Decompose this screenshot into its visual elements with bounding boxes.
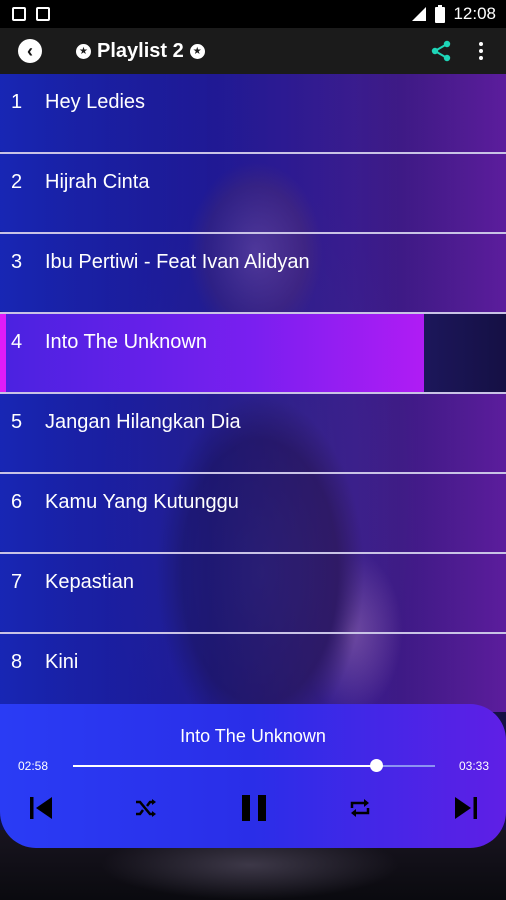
- track-number: 8: [11, 651, 23, 673]
- battery-icon: [435, 5, 446, 23]
- track-title: Jangan Hilangkan Dia: [45, 411, 241, 433]
- playlist-item-active[interactable]: 4 Into The Unknown: [0, 314, 506, 394]
- signal-icon: [412, 7, 427, 21]
- playlist-item[interactable]: 5 Jangan Hilangkan Dia: [0, 394, 506, 474]
- elapsed-time: 02:58: [18, 759, 49, 773]
- star-icon: ★: [76, 44, 91, 59]
- now-playing-title: Into The Unknown: [180, 726, 326, 746]
- share-icon[interactable]: [430, 40, 452, 62]
- shuffle-icon[interactable]: [135, 798, 157, 818]
- system-icons: 12:08: [411, 4, 506, 24]
- back-button[interactable]: ‹: [18, 39, 42, 63]
- track-number: 1: [11, 91, 23, 113]
- playlist-item[interactable]: 3 Ibu Pertiwi - Feat Ivan Alidyan: [0, 234, 506, 314]
- previous-icon[interactable]: [28, 795, 54, 821]
- next-icon[interactable]: [453, 795, 479, 821]
- track-number: 5: [11, 411, 23, 433]
- track-title: Hey Ledies: [45, 91, 146, 113]
- playlist-item[interactable]: 8 Kini: [0, 634, 506, 712]
- more-options-icon[interactable]: [478, 42, 484, 60]
- image-notification-icon: [36, 7, 50, 21]
- track-number: 7: [11, 571, 23, 593]
- track-number: 6: [11, 491, 23, 513]
- seek-progress: [73, 765, 376, 767]
- star-icon: ★: [189, 44, 205, 59]
- page-title: Playlist 2: [97, 40, 184, 62]
- track-number: 3: [11, 251, 23, 273]
- pause-icon[interactable]: [240, 793, 268, 823]
- track-title: Ibu Pertiwi - Feat Ivan Alidyan: [45, 251, 310, 273]
- repeat-icon[interactable]: [349, 797, 371, 819]
- track-title: Kamu Yang Kutunggu: [45, 491, 239, 513]
- notification-icons: [0, 7, 50, 21]
- player-panel: Into The Unknown 02:58 03:33: [0, 704, 506, 848]
- active-indicator: [0, 314, 6, 392]
- track-title: Into The Unknown: [45, 331, 207, 353]
- track-title: Hijrah Cinta: [45, 171, 150, 193]
- playlist-item[interactable]: 1 Hey Ledies: [0, 74, 506, 154]
- track-number: 2: [11, 171, 23, 193]
- playlist-item[interactable]: 6 Kamu Yang Kutunggu: [0, 474, 506, 554]
- playlist-item[interactable]: 7 Kepastian: [0, 554, 506, 634]
- playlist-item[interactable]: 2 Hijrah Cinta: [0, 154, 506, 234]
- gallery-notification-icon: [12, 7, 26, 21]
- seek-bar[interactable]: [73, 759, 435, 772]
- track-number: 4: [11, 331, 23, 353]
- seek-thumb[interactable]: [369, 759, 383, 772]
- total-duration: 03:33: [459, 759, 490, 773]
- track-title: Kini: [45, 651, 79, 673]
- status-bar: 12:08: [0, 0, 506, 28]
- title-group: ★ Playlist 2 ★: [76, 40, 205, 63]
- chevron-left-icon: ‹: [27, 41, 33, 61]
- clock: 12:08: [453, 4, 496, 23]
- app-bar: ‹ ★ Playlist 2 ★: [0, 28, 506, 74]
- track-title: Kepastian: [45, 571, 134, 593]
